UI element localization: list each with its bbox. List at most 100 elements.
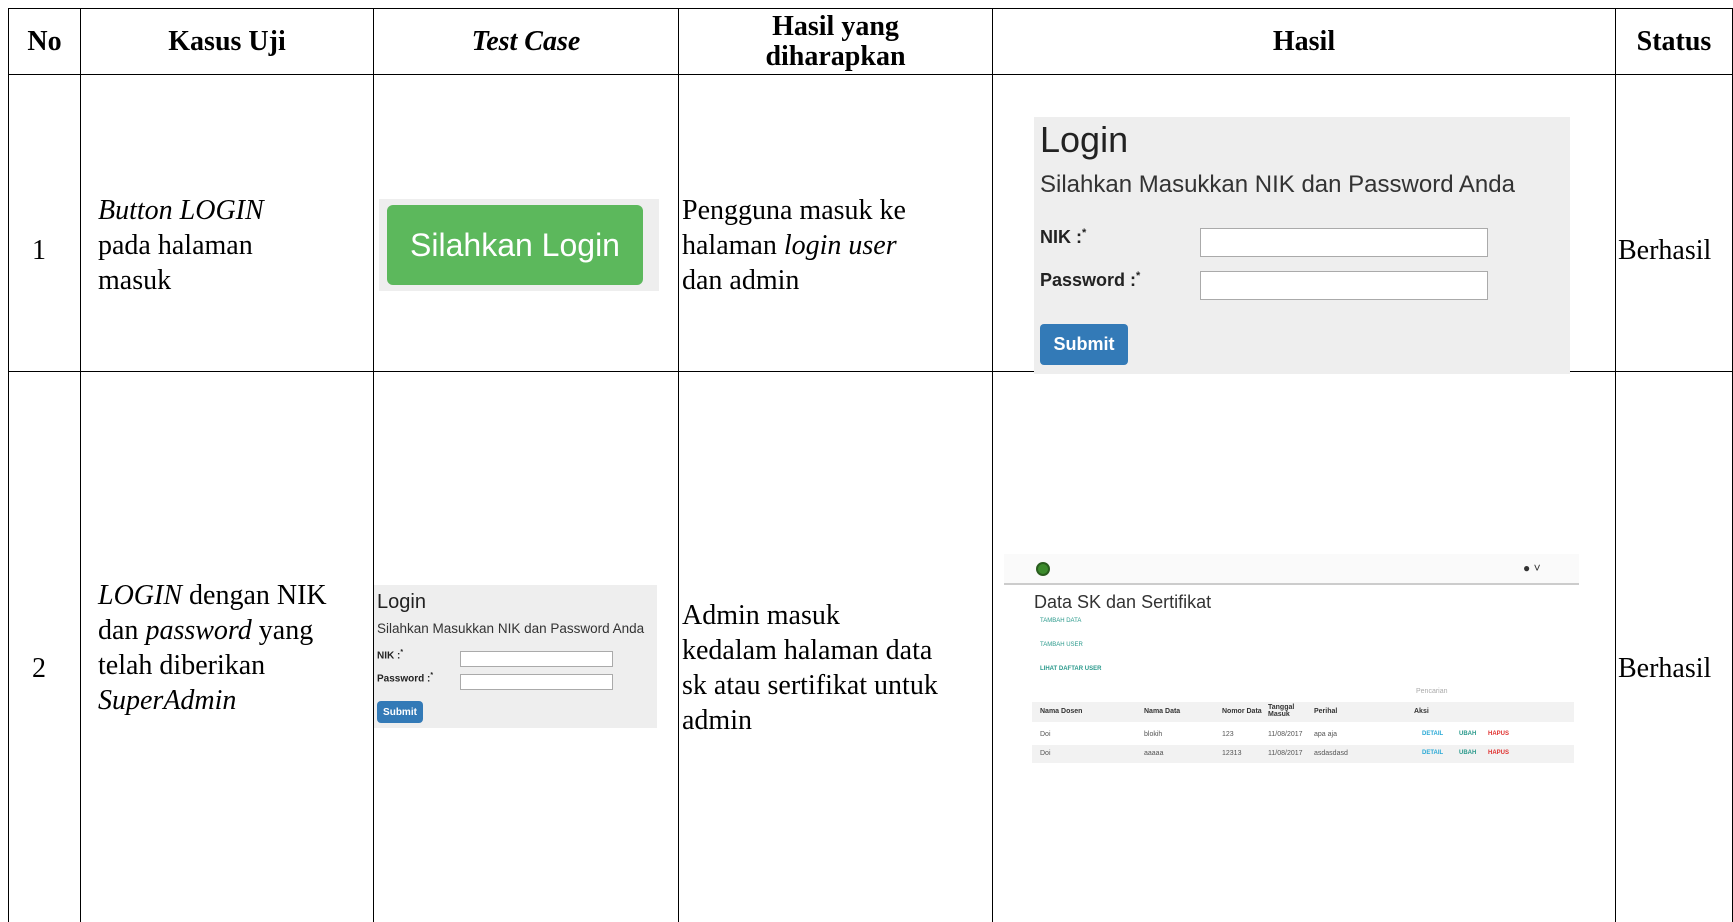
col-border (1615, 8, 1616, 922)
login-title: Login (377, 591, 426, 613)
row2-status: Berhasil (1618, 653, 1712, 684)
row1-expected-italic: login user (783, 230, 897, 261)
header-kasus-uji: Kasus Uji (168, 25, 286, 57)
cell-nomor-data: 12313 (1222, 750, 1242, 757)
table-row: Doi blokih 123 11/08/2017 apa aja DETAIL… (1032, 726, 1574, 744)
table-row: Doi aaaaa 12313 11/08/2017 asdasdasd DET… (1032, 745, 1574, 763)
logo-icon (1036, 562, 1050, 576)
row2-kasus-text: dan (98, 615, 146, 646)
col-border (373, 8, 374, 922)
row2-kasus-text: yang (251, 615, 314, 646)
row1-expected-line3: dan admin (682, 265, 800, 296)
row2-expected-line4: admin (682, 705, 752, 736)
row1-no: 1 (32, 235, 46, 266)
cell-nama-data: aaaaa (1144, 750, 1164, 757)
col-perihal: Perihal (1314, 708, 1338, 715)
row2-expected-line2: kedalam halaman data (682, 635, 933, 666)
col-aksi: Aksi (1414, 708, 1429, 715)
login-title: Login (1040, 119, 1129, 160)
col-tanggal-masuk: Tanggal Masuk (1268, 704, 1295, 718)
nik-input[interactable] (460, 651, 613, 667)
row2-kasus-italic: password (145, 615, 252, 646)
hapus-button[interactable]: HAPUS (1488, 750, 1509, 756)
header-expected: Hasil yang diharapkan (679, 9, 992, 74)
password-label-text: Password : (377, 673, 431, 685)
detail-button[interactable]: DETAIL (1422, 731, 1443, 737)
row1-expected: Pengguna masuk ke halaman login user dan… (682, 193, 906, 298)
row1-kasus-uji: Button LOGIN pada halaman masuk (98, 193, 264, 298)
required-mark: * (430, 672, 434, 679)
header-no: No (27, 25, 62, 57)
cell-tanggal: 11/08/2017 (1268, 750, 1303, 757)
row2-kasus-text: dengan NIK (182, 580, 327, 611)
row1-kasus-line2: pada halaman (98, 230, 253, 261)
user-menu-icon[interactable]: ● ˅ (1523, 561, 1541, 575)
row1-expected-line2: halaman login user (682, 228, 906, 263)
col-border (80, 8, 81, 922)
nik-label-text: NIK : (377, 650, 401, 662)
row1-kasus-line3: masuk (98, 265, 172, 296)
submit-button[interactable]: Submit (1040, 324, 1128, 365)
cell-perihal: asdasdasd (1314, 750, 1348, 757)
cell-perihal: apa aja (1314, 731, 1337, 738)
password-label: Password :* (1040, 270, 1140, 291)
row1-login-panel: Login Silahkan Masukkan NIK dan Password… (1034, 117, 1570, 374)
password-input[interactable] (1200, 271, 1488, 300)
header-hasil: Hasil (1272, 25, 1336, 57)
tambah-data-link[interactable]: TAMBAH DATA (1040, 618, 1081, 624)
login-subtitle: Silahkan Masukkan NIK dan Password Anda (1040, 171, 1515, 198)
row2-kasus-line2: dan password yang (98, 613, 327, 648)
tambah-user-link[interactable]: TAMBAH USER (1040, 642, 1083, 648)
test-table: No Kasus Uji Test Case Hasil yang dihara… (0, 0, 1733, 922)
ubah-button[interactable]: UBAH (1459, 750, 1476, 756)
password-label: Password :* (377, 672, 433, 684)
row2-no: 2 (32, 653, 46, 684)
cell-nama-dosen: Doi (1040, 750, 1051, 757)
row2-login-panel: Login Silahkan Masukkan NIK dan Password… (374, 585, 657, 728)
col-nomor-data: Nomor Data (1222, 708, 1262, 715)
search-input[interactable]: Pencarian (1416, 688, 1448, 695)
row1-expected-text: halaman (682, 230, 784, 261)
admin-screen: ● ˅ Data SK dan Sertifikat TAMBAH DATA T… (1004, 554, 1579, 784)
row2-expected-line1: Admin masuk (682, 600, 840, 631)
cell-nama-dosen: Doi (1040, 731, 1051, 738)
col-nama-dosen: Nama Dosen (1040, 708, 1083, 715)
row2-expected: Admin masuk kedalam halaman data sk atau… (682, 598, 938, 738)
row2-kasus-italic: LOGIN (98, 580, 183, 611)
detail-button[interactable]: DETAIL (1422, 750, 1443, 756)
lihat-daftar-user-link[interactable]: LIHAT DAFTAR USER (1040, 666, 1101, 672)
col-nama-data: Nama Data (1144, 708, 1181, 715)
submit-button[interactable]: Submit (377, 701, 423, 723)
row1-test-case-image: Silahkan Login (379, 199, 659, 291)
header-test-case: Test Case (471, 25, 581, 57)
header-status: Status (1636, 25, 1712, 57)
required-mark: * (400, 649, 404, 656)
nik-label: NIK :* (1040, 227, 1086, 248)
silahkan-login-button[interactable]: Silahkan Login (387, 205, 643, 285)
row2-kasus-line4: SuperAdmin (98, 685, 237, 716)
row1-kasus-line1: Button LOGIN (98, 195, 264, 226)
nik-label: NIK :* (377, 649, 403, 661)
header-row-divider (8, 74, 1733, 75)
col-border (992, 8, 993, 922)
row2-kasus-line1: LOGIN dengan NIK (98, 578, 327, 613)
nik-input[interactable] (1200, 228, 1488, 257)
row1-status: Berhasil (1618, 235, 1712, 266)
row2-kasus-uji: LOGIN dengan NIK dan password yang telah… (98, 578, 327, 718)
login-subtitle: Silahkan Masukkan NIK dan Password Anda (377, 621, 645, 636)
nik-label-text: NIK : (1040, 227, 1082, 247)
required-mark: * (1136, 270, 1141, 282)
col-border (8, 8, 9, 922)
header-expected-line2: diharapkan (765, 40, 906, 72)
hapus-button[interactable]: HAPUS (1488, 731, 1509, 737)
row2-kasus-line3: telah diberikan (98, 650, 266, 681)
col-border (678, 8, 679, 922)
password-input[interactable] (460, 674, 613, 690)
ubah-button[interactable]: UBAH (1459, 731, 1476, 737)
password-label-text: Password : (1040, 270, 1137, 290)
cell-nomor-data: 123 (1222, 731, 1234, 738)
admin-page-title: Data SK dan Sertifikat (1034, 592, 1212, 612)
header-expected-line1: Hasil yang (772, 11, 899, 43)
cell-nama-data: blokih (1144, 731, 1163, 738)
row2-expected-line3: sk atau sertifikat untuk (682, 670, 938, 701)
